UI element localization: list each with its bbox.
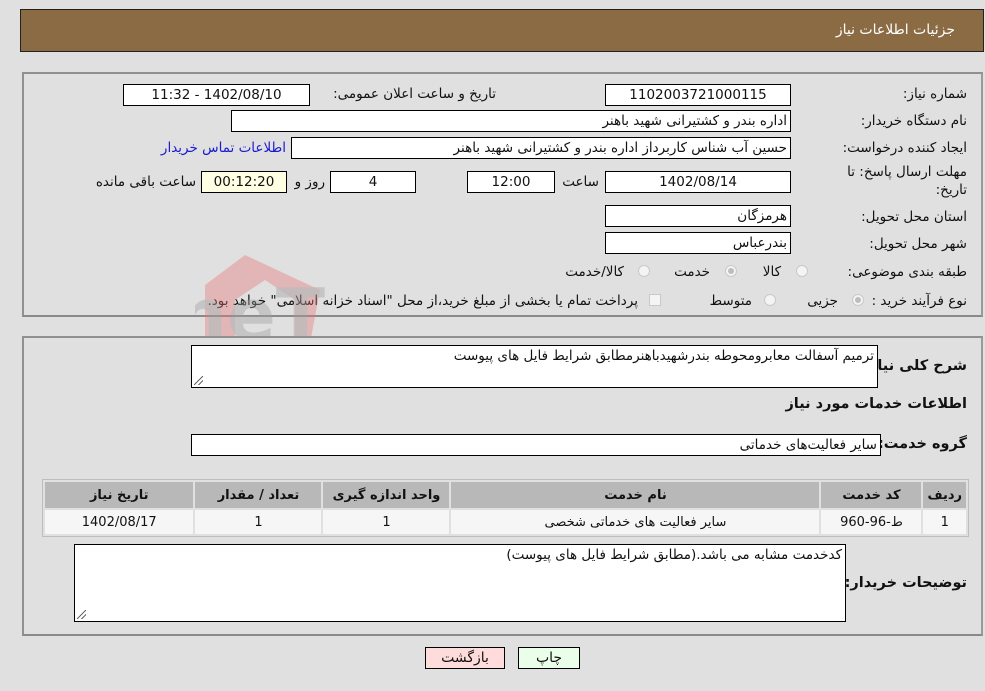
need-details-panel: شرح کلی نیاز: ترمیم آسفالت معابرومحوطه ب… [22, 336, 983, 636]
resize-grip-icon[interactable] [77, 610, 86, 619]
col-header-service-name: نام خدمت [451, 482, 820, 508]
process-minor-label: جزیی [807, 293, 838, 309]
category-goods-service-radio[interactable] [638, 265, 650, 277]
remaining-time-field[interactable]: 00:12:20 [201, 171, 287, 193]
treasury-checkbox[interactable] [649, 294, 661, 306]
buyer-notes-label: توضیحات خریدار: [844, 575, 967, 591]
category-label: طبقه بندی موضوعی: [847, 264, 967, 280]
category-goods-radio[interactable] [796, 265, 808, 277]
province-field[interactable]: هرمزگان [605, 205, 791, 227]
announce-datetime-field[interactable]: 1402/08/10 - 11:32 [123, 84, 310, 106]
days-remaining-field[interactable]: 4 [330, 171, 416, 193]
treasury-checkbox-label: پرداخت تمام یا بخشی از مبلغ خرید،از محل … [207, 293, 638, 309]
category-goods-service-label: کالا/خدمت [565, 264, 624, 280]
process-minor-radio[interactable] [852, 294, 864, 306]
category-service-radio[interactable] [725, 265, 737, 277]
cell-quantity: 1 [195, 510, 322, 534]
page-title: جزئیات اطلاعات نیاز [835, 22, 955, 38]
process-medium-radio[interactable] [764, 294, 776, 306]
cell-service-name: سایر فعالیت های خدماتی شخصی [451, 510, 820, 534]
deadline-time-field[interactable]: 12:00 [467, 171, 555, 193]
col-header-quantity: تعداد / مقدار [195, 482, 322, 508]
requester-field[interactable]: حسین آب شناس کاربرداز اداره بندر و کشتیر… [291, 137, 791, 159]
need-info-panel: شماره نیاز: 1102003721000115 تاریخ و ساع… [22, 72, 983, 317]
buyer-notes-text: کدخدمت مشابه می باشد.(مطابق شرایط فایل ه… [506, 547, 842, 563]
service-group-label: گروه خدمت: [877, 436, 967, 452]
description-text: ترمیم آسفالت معابرومحوطه بندرشهیدباهنرمط… [453, 348, 874, 364]
requester-label: ایجاد کننده درخواست: [842, 140, 967, 156]
deadline-label-line2: تاریخ: [935, 182, 967, 198]
col-header-row-number: ردیف [923, 482, 966, 508]
deadline-label-line1: مهلت ارسال پاسخ: تا [847, 164, 967, 180]
resize-grip-icon[interactable] [194, 376, 203, 385]
cell-need-date: 1402/08/17 [45, 510, 194, 534]
buyer-contact-link[interactable]: اطلاعات تماس خریدار [161, 140, 286, 156]
col-header-need-date: تاریخ نیاز [45, 482, 194, 508]
service-group-field[interactable]: سایر فعالیت‌های خدماتی [191, 434, 881, 456]
category-goods-label: کالا [762, 264, 781, 280]
purchase-process-label: نوع فرآیند خرید : [871, 293, 967, 309]
col-header-unit: واحد اندازه گیری [323, 482, 450, 508]
deadline-time-label: ساعت [562, 174, 599, 190]
description-textarea[interactable]: ترمیم آسفالت معابرومحوطه بندرشهیدباهنرمط… [191, 345, 878, 388]
need-number-field[interactable]: 1102003721000115 [605, 84, 791, 106]
page-header: جزئیات اطلاعات نیاز [20, 9, 984, 52]
province-label: استان محل تحویل: [861, 209, 967, 225]
print-button[interactable]: چاپ [518, 647, 580, 669]
days-label: روز و [294, 174, 325, 190]
table-row: 1 ط-96-960 سایر فعالیت های خدماتی شخصی 1… [45, 510, 966, 534]
cell-row-number: 1 [923, 510, 966, 534]
cell-unit: 1 [323, 510, 450, 534]
remaining-time-label: ساعت باقی مانده [95, 174, 196, 190]
need-number-label: شماره نیاز: [902, 86, 967, 102]
announce-datetime-label: تاریخ و ساعت اعلان عمومی: [333, 86, 496, 102]
services-table: ردیف کد خدمت نام خدمت واحد اندازه گیری ت… [42, 479, 969, 537]
back-button[interactable]: بازگشت [425, 647, 505, 669]
process-medium-label: متوسط [709, 293, 752, 309]
category-service-label: خدمت [674, 264, 710, 280]
city-label: شهر محل تحویل: [869, 236, 967, 252]
city-field[interactable]: بندرعباس [605, 232, 791, 254]
services-table-header-row: ردیف کد خدمت نام خدمت واحد اندازه گیری ت… [45, 482, 966, 508]
buyer-notes-textarea[interactable]: کدخدمت مشابه می باشد.(مطابق شرایط فایل ه… [74, 544, 846, 622]
deadline-date-field[interactable]: 1402/08/14 [605, 171, 791, 193]
col-header-service-code: کد خدمت [821, 482, 922, 508]
cell-service-code: ط-96-960 [821, 510, 922, 534]
services-heading: اطلاعات خدمات مورد نیاز [785, 396, 967, 412]
buyer-org-label: نام دستگاه خریدار: [860, 113, 967, 129]
buyer-org-field[interactable]: اداره بندر و کشتیرانی شهید باهنر [231, 110, 791, 132]
description-label: شرح کلی نیاز: [863, 358, 967, 374]
